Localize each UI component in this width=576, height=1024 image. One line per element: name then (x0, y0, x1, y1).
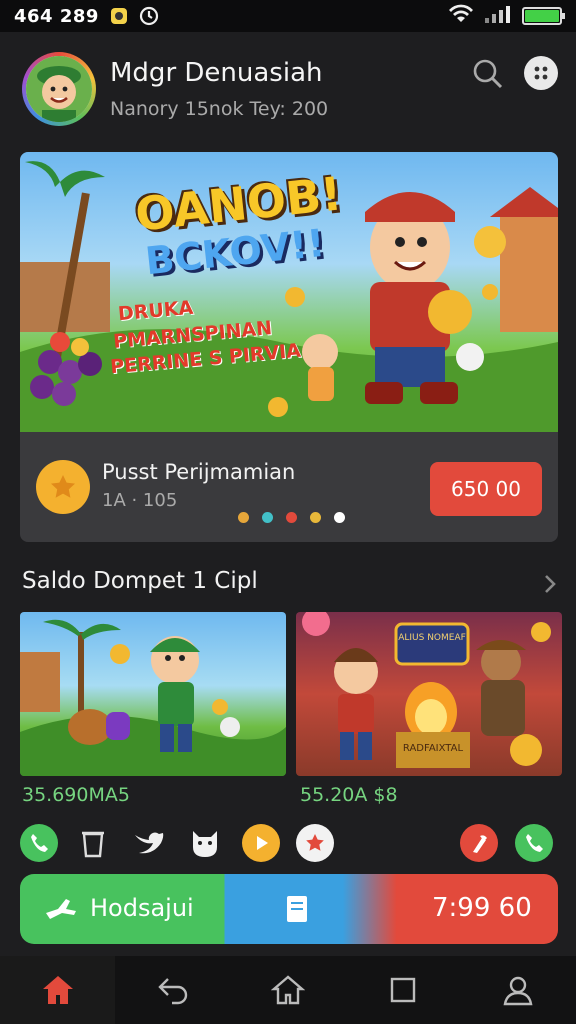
plane-icon (46, 899, 76, 919)
signal-icon (484, 4, 512, 29)
thumb-2-label: 55.20A $8 (300, 784, 398, 806)
status-time: 464 289 (14, 5, 99, 27)
thumb-illustration-2: ALIUS NOMEAF RADFAIXTAL (302, 612, 551, 768)
back-icon (158, 978, 187, 1005)
carousel-dot-active[interactable] (334, 512, 345, 523)
action-amount: 7:99 60 (432, 893, 532, 923)
nav-back[interactable] (115, 956, 230, 1024)
thumb-1-label: 35.690MA5 (22, 784, 130, 806)
nav-home-outline[interactable] (230, 956, 345, 1024)
call-icon[interactable] (515, 824, 553, 862)
promo-title: Pusst Perijmamian (102, 460, 296, 484)
more-menu-button[interactable] (524, 56, 558, 90)
nav-recents[interactable] (346, 956, 461, 1024)
section-title: Saldo Dompet 1 Cipl (22, 568, 258, 594)
dots-grid-icon (534, 66, 548, 80)
nav-profile[interactable] (461, 956, 576, 1024)
featured-banner[interactable]: OANOB! BCKOV!! DRUKA PMARNSPINAN PERRINE… (20, 152, 558, 432)
chevron-right-icon (545, 575, 556, 593)
carousel-dot[interactable] (238, 512, 249, 523)
avatar[interactable] (22, 52, 96, 126)
nav-home[interactable] (0, 956, 116, 1024)
game-thumb-2[interactable]: ALIUS NOMEAF RADFAIXTAL (296, 612, 562, 776)
chest-caption: RADFAIXTAL (403, 743, 464, 754)
app-header: Mdgr Denuasiah Nanory 15nok Tey: 200 (0, 32, 576, 152)
promo-row: Pusst Perijmamian 1A · 105 650 00 (20, 432, 558, 542)
carousel-dots[interactable] (238, 512, 345, 523)
status-bar: 464 289 (0, 0, 576, 32)
battery-icon (522, 7, 565, 25)
carousel-dot[interactable] (286, 512, 297, 523)
star-icon[interactable] (296, 824, 334, 862)
featured-card[interactable]: OANOB! BCKOV!! DRUKA PMARNSPINAN PERRINE… (20, 152, 558, 542)
document-icon[interactable] (283, 892, 313, 926)
search-button[interactable] (470, 56, 506, 92)
action-label: Hodsajui (90, 894, 194, 922)
cat-icon[interactable] (186, 824, 224, 862)
home-icon (42, 976, 73, 1004)
phone-icon[interactable] (20, 824, 58, 862)
section-see-all-button[interactable] (540, 572, 560, 596)
page-subtitle: Nanory 15nok Tey: 200 (110, 98, 329, 120)
carousel-dot[interactable] (310, 512, 321, 523)
promo-subtitle: 1A · 105 (102, 490, 178, 511)
home-outline-icon (271, 975, 305, 1005)
clock-icon (139, 6, 159, 26)
app-badge-icon (109, 6, 129, 26)
quick-action-row (0, 822, 576, 866)
star-badge-icon (36, 460, 90, 514)
bottom-navbar (0, 956, 576, 1024)
carousel-dot[interactable] (262, 512, 273, 523)
play-icon[interactable] (242, 824, 280, 862)
promo-price-button[interactable]: 650 00 (430, 462, 542, 516)
sign-text: ALIUS NOMEAF (398, 633, 466, 643)
game-thumb-1[interactable] (20, 612, 286, 776)
wifi-icon (448, 4, 474, 29)
mascot-face-icon (26, 56, 92, 122)
thumb-illustration-1 (20, 619, 286, 776)
action-bar[interactable]: Hodsajui 7:99 60 (20, 874, 558, 944)
square-icon (391, 977, 416, 1003)
bird-icon[interactable] (130, 824, 168, 862)
search-icon (473, 59, 503, 89)
trash-icon[interactable] (74, 824, 112, 862)
flag-icon[interactable] (460, 824, 498, 862)
profile-icon (503, 976, 533, 1006)
page-title: Mdgr Denuasiah (110, 58, 323, 88)
